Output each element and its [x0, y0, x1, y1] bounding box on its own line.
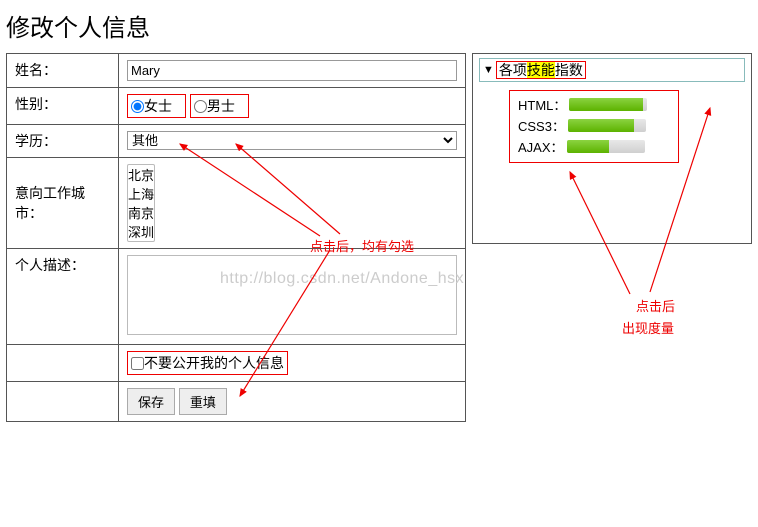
gender-label: 性别：: [7, 88, 119, 125]
triangle-icon: ▼: [483, 64, 494, 76]
reset-button[interactable]: 重填: [179, 388, 227, 415]
skills-panel: ▼ 各项技能指数 HTML： CSS3： AJAX：: [472, 53, 752, 244]
skills-details[interactable]: ▼ 各项技能指数 HTML： CSS3： AJAX：: [479, 58, 745, 163]
annotation-summary1: 点击后: [636, 296, 675, 315]
name-label: 姓名：: [7, 54, 119, 88]
page-title: 修改个人信息: [6, 8, 758, 43]
city-option[interactable]: 北京: [128, 165, 154, 184]
education-select[interactable]: 其他: [127, 131, 457, 150]
save-button[interactable]: 保存: [127, 388, 175, 415]
gender-radio-male[interactable]: [194, 100, 207, 113]
skill-meter: [569, 98, 647, 111]
skill-label: CSS3：: [518, 116, 565, 135]
gender-radio-female[interactable]: [131, 100, 144, 113]
skill-meter: [567, 140, 645, 153]
skill-row: AJAX：: [518, 137, 670, 156]
name-input[interactable]: [127, 60, 457, 81]
annotation-radio: 点击后，均有勾选: [310, 236, 414, 255]
gender-female-label: 女士: [144, 96, 172, 116]
private-label: 不要公开我的个人信息: [144, 353, 284, 373]
desc-textarea[interactable]: [127, 255, 457, 335]
city-option[interactable]: 南京: [128, 203, 154, 222]
private-checkbox[interactable]: [131, 357, 144, 370]
skill-meter: [568, 119, 646, 132]
skills-summary[interactable]: ▼ 各项技能指数: [479, 58, 745, 82]
gender-male-label: 男士: [207, 96, 235, 116]
skill-row: CSS3：: [518, 116, 670, 135]
watermark: http://blog.csdn.net/Andone_hsx: [220, 270, 464, 288]
skill-label: AJAX：: [518, 137, 564, 156]
education-label: 学历：: [7, 125, 119, 158]
city-select[interactable]: 北京上海南京深圳: [127, 164, 155, 242]
desc-label: 个人描述：: [7, 249, 119, 345]
skill-label: HTML：: [518, 95, 566, 114]
skills-box: HTML： CSS3： AJAX：: [509, 90, 679, 163]
skill-row: HTML：: [518, 95, 670, 114]
annotation-summary2: 出现度量: [622, 318, 674, 337]
city-option[interactable]: 深圳: [128, 222, 154, 241]
city-label: 意向工作城市：: [7, 158, 119, 249]
city-option[interactable]: 上海: [128, 184, 154, 203]
